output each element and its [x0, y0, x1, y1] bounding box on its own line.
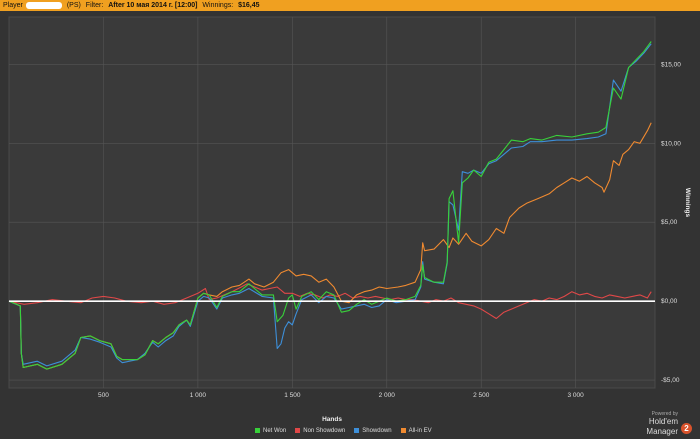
- player-name-redacted: [25, 1, 62, 9]
- y-tick-label: -$5,00: [661, 377, 680, 384]
- site-tag: (PS): [66, 2, 81, 9]
- holdem-manager-logo: Powered by Hold'em Manager 2: [628, 411, 692, 436]
- x-tick-label: 1 000: [190, 392, 207, 399]
- legend-label: Non Showdown: [303, 428, 346, 435]
- y-tick-label: $5,00: [661, 219, 678, 226]
- legend-label: All-in EV: [408, 428, 432, 435]
- legend-label: Showdown: [362, 428, 392, 435]
- x-tick-label: 1 500: [284, 392, 301, 399]
- y-tick-label: $0,00: [661, 298, 678, 305]
- x-tick-label: 2 500: [473, 392, 490, 399]
- legend-item[interactable]: Net Won: [255, 428, 286, 434]
- legend-swatch: [400, 428, 406, 433]
- legend-item[interactable]: Showdown: [354, 428, 392, 435]
- winnings-graph: 500 1 000 1 500 2 000 2 500 3 000 -$5,00 $0,00 $…: [8, 16, 691, 423]
- legend-label: Net Won: [263, 428, 287, 435]
- x-tick-label: 500: [98, 392, 109, 399]
- x-tick-label: 3 000: [568, 392, 585, 399]
- brand-version-badge: 2: [681, 423, 692, 434]
- legend-item[interactable]: All-in EV: [400, 428, 432, 435]
- x-tick-label: 2 000: [379, 392, 396, 399]
- filter-label: Filter:: [85, 2, 104, 9]
- title-bar: Player (PS) Filter: After 10 мая 2014 г. …: [0, 0, 700, 11]
- y-tick-label: $15,00: [661, 61, 681, 68]
- winnings-label: Winnings:: [202, 2, 234, 9]
- x-axis-title: Hands: [322, 416, 342, 423]
- legend: Net Won Non Showdown Showdown All-in EV: [255, 428, 441, 434]
- y-tick-label: $10,00: [661, 140, 681, 147]
- legend-item[interactable]: Non Showdown: [295, 428, 345, 434]
- winnings-value: $16,45: [238, 2, 260, 9]
- y-axis-title: Winnings: [684, 188, 691, 218]
- plot-area: [8, 16, 656, 389]
- legend-swatch: [354, 428, 360, 433]
- filter-value: After 10 мая 2014 г. [12:00]: [108, 2, 198, 9]
- legend-swatch: [255, 428, 260, 433]
- legend-swatch: [295, 428, 301, 433]
- player-label: Player: [3, 2, 23, 9]
